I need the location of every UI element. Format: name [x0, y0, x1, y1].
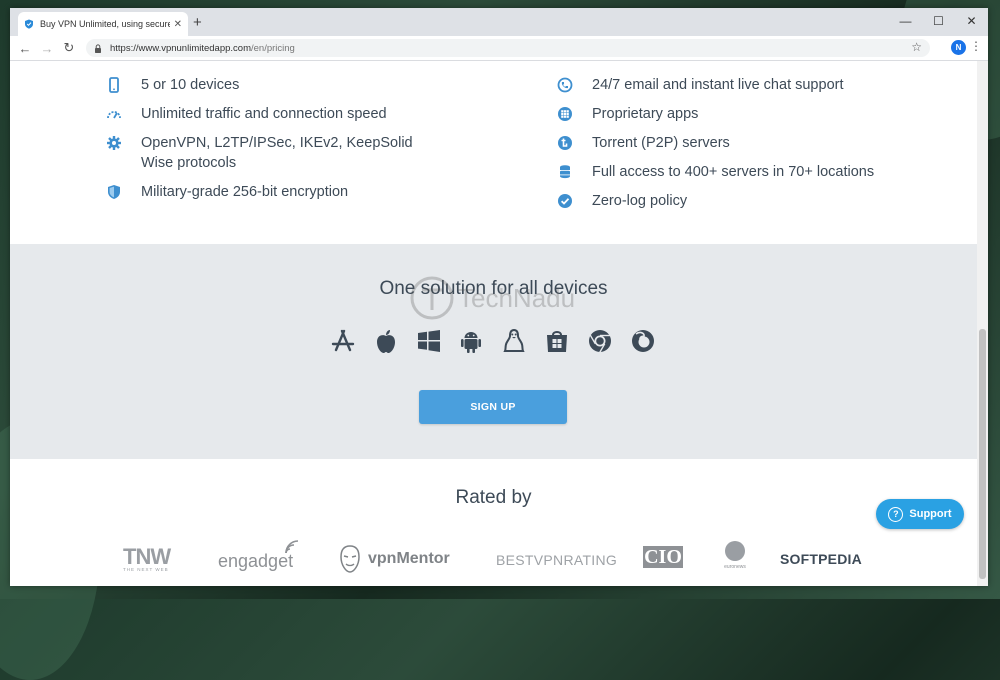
- back-button[interactable]: ←: [14, 41, 36, 56]
- apps-grid-icon: [558, 107, 572, 121]
- url-host: https://www.vpnunlimitedapp.com: [110, 42, 251, 54]
- feature-item: Proprietary apps: [557, 104, 917, 124]
- apple-icon[interactable]: [373, 328, 399, 354]
- new-tab-button[interactable]: +: [193, 14, 202, 31]
- feature-item: Military-grade 256-bit encryption: [106, 182, 426, 202]
- tnw-logo-subtext: THE NEXT WEB: [123, 567, 169, 572]
- mask-icon: [340, 545, 360, 573]
- chrome-icon[interactable]: [587, 328, 613, 354]
- gear-icon: [107, 136, 121, 150]
- minimize-button[interactable]: —: [889, 8, 922, 36]
- torrent-icon: [558, 136, 572, 150]
- features-left-column: 5 or 10 devices Unlimited traffic and co…: [106, 75, 426, 211]
- tnw-logo-text: TNW: [123, 544, 171, 569]
- browser-window: Buy VPN Unlimited, using secure ✕ + — ☐ …: [10, 8, 988, 586]
- euronews-globe-icon: [725, 541, 745, 561]
- firefox-icon[interactable]: [630, 328, 656, 354]
- feature-item: OpenVPN, L2TP/IPSec, IKEv2, KeepSolid Wi…: [106, 133, 426, 173]
- features-section: 5 or 10 devices Unlimited traffic and co…: [10, 61, 977, 244]
- profile-avatar[interactable]: N: [951, 40, 966, 55]
- feature-item: Full access to 400+ servers in 70+ locat…: [557, 162, 917, 182]
- devices-section: One solution for all devices TechNadu SI…: [10, 244, 977, 459]
- feature-item: 5 or 10 devices: [106, 75, 426, 95]
- tab-title: Buy VPN Unlimited, using secure: [40, 19, 170, 29]
- feature-text: Proprietary apps: [592, 106, 699, 122]
- devices-title: One solution for all devices: [379, 278, 608, 299]
- speedometer-icon: [107, 111, 121, 119]
- close-window-button[interactable]: ✕: [955, 8, 988, 36]
- chat-support-icon: [557, 77, 573, 93]
- sign-up-button[interactable]: SIGN UP: [419, 390, 567, 424]
- feature-text: Zero-log policy: [592, 193, 688, 209]
- feature-item: Zero-log policy: [557, 191, 917, 211]
- browser-tab[interactable]: Buy VPN Unlimited, using secure ✕: [18, 12, 188, 36]
- softpedia-logo: SOFTPEDIA: [780, 551, 862, 567]
- phone-icon: [109, 77, 119, 93]
- scrollbar-thumb[interactable]: [979, 329, 986, 579]
- bookmark-star-icon[interactable]: ☆: [911, 40, 922, 54]
- engadget-logo: engadget: [218, 540, 299, 572]
- question-icon: ?: [888, 506, 904, 522]
- feature-text: 24/7 email and instant live chat support: [592, 77, 844, 93]
- engadget-logo-text: engadget: [218, 551, 294, 571]
- browser-menu-icon[interactable]: ⋮: [970, 39, 982, 53]
- vpnmentor-logo-text: vpnMentor: [368, 550, 450, 567]
- vpn-shield-favicon-icon: [25, 19, 33, 29]
- browser-toolbar: ← → ↻ https://www.vpnunlimitedapp.com/en…: [10, 36, 988, 61]
- page-content: 5 or 10 devices Unlimited traffic and co…: [10, 61, 977, 586]
- feature-item: Torrent (P2P) servers: [557, 133, 917, 153]
- support-label: Support: [909, 508, 952, 520]
- feature-text: OpenVPN, L2TP/IPSec, IKEv2, KeepSolid Wi…: [141, 135, 413, 171]
- features-right-column: 24/7 email and instant live chat support…: [557, 75, 917, 220]
- euronews-logo: euronews: [720, 541, 750, 570]
- shield-icon: [108, 185, 120, 199]
- wifi-waves-icon: [285, 540, 299, 554]
- linux-icon[interactable]: [501, 328, 527, 354]
- cio-logo: CIO: [643, 546, 683, 568]
- checkmark-icon: [558, 194, 572, 208]
- bestvpnrating-logo: BESTVPNRATING: [496, 552, 618, 568]
- feature-text: Torrent (P2P) servers: [592, 135, 730, 151]
- euronews-logo-text: euronews: [724, 564, 746, 570]
- maximize-button[interactable]: ☐: [922, 8, 955, 36]
- feature-text: Unlimited traffic and connection speed: [141, 106, 387, 122]
- windows-icon[interactable]: [416, 328, 442, 354]
- page-scrollbar[interactable]: [977, 61, 988, 586]
- platform-icons: [330, 328, 672, 354]
- tab-strip: Buy VPN Unlimited, using secure ✕ + — ☐ …: [10, 8, 988, 36]
- tnw-logo: TNW THE NEXT WEB: [123, 544, 171, 572]
- address-bar[interactable]: https://www.vpnunlimitedapp.com/en/prici…: [86, 39, 930, 57]
- app-store-icon[interactable]: [330, 328, 356, 354]
- support-chat-button[interactable]: ? Support: [876, 499, 964, 529]
- url-path: /en/pricing: [250, 42, 295, 54]
- forward-button[interactable]: →: [36, 41, 58, 56]
- reload-button[interactable]: ↻: [58, 40, 80, 56]
- feature-text: 5 or 10 devices: [141, 77, 240, 93]
- rated-by-section: Rated by TNW THE NEXT WEB engadget vpnMe…: [10, 459, 977, 586]
- windows-store-icon[interactable]: [544, 328, 570, 354]
- rated-title: Rated by: [455, 487, 532, 508]
- feature-text: Full access to 400+ servers in 70+ locat…: [592, 164, 875, 180]
- android-icon[interactable]: [458, 328, 484, 354]
- feature-item: 24/7 email and instant live chat support: [557, 75, 917, 95]
- vpnmentor-logo: vpnMentor: [340, 545, 450, 573]
- tab-close-icon[interactable]: ✕: [174, 19, 182, 30]
- servers-icon: [560, 165, 570, 179]
- feature-text: Military-grade 256-bit encryption: [141, 184, 349, 200]
- feature-item: Unlimited traffic and connection speed: [106, 104, 426, 124]
- lock-icon: [95, 43, 101, 53]
